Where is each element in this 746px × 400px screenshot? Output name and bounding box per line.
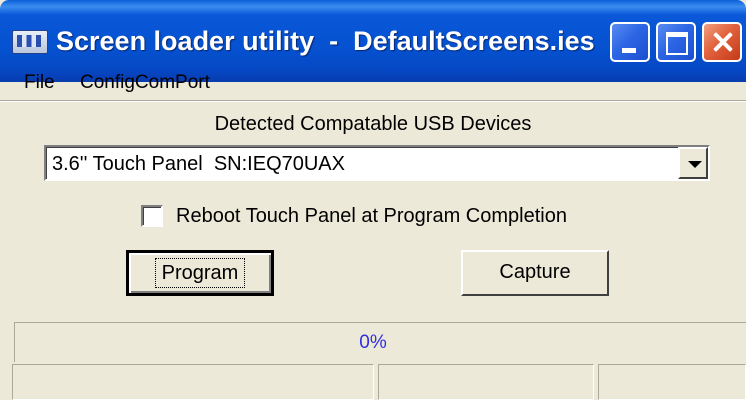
devices-label: Detected Compatable USB Devices <box>214 113 532 135</box>
close-icon[interactable] <box>702 22 742 62</box>
status-cell-1 <box>12 364 374 400</box>
capture-button[interactable]: Capture <box>461 250 609 296</box>
app-screen-icon[interactable] <box>12 30 48 54</box>
status-cell-3 <box>598 364 746 400</box>
reboot-checkbox-label[interactable]: Reboot Touch Panel at Program Completion <box>176 205 567 228</box>
chevron-down-icon[interactable] <box>678 147 708 179</box>
menu-config-com-port[interactable]: ConfigComPort <box>80 72 210 94</box>
maximize-icon[interactable] <box>656 22 696 62</box>
progress-text: 0% <box>359 332 387 353</box>
menu-file[interactable]: File <box>24 72 55 94</box>
device-select[interactable]: 3.6'' Touch Panel SN:IEQ70UAX <box>44 145 710 181</box>
menu-divider <box>0 100 746 102</box>
window-title: Screen loader utility - DefaultScreens.i… <box>56 26 595 56</box>
status-bar <box>0 362 746 400</box>
program-button[interactable]: Program <box>126 250 274 296</box>
reboot-checkbox[interactable] <box>141 205 163 227</box>
menu-bar: File ConfigComPort <box>0 70 746 100</box>
minimize-icon[interactable] <box>610 22 650 62</box>
program-button-label: Program <box>154 258 246 288</box>
device-select-value: 3.6'' Touch Panel SN:IEQ70UAX <box>52 153 345 175</box>
status-cell-2 <box>378 364 594 400</box>
